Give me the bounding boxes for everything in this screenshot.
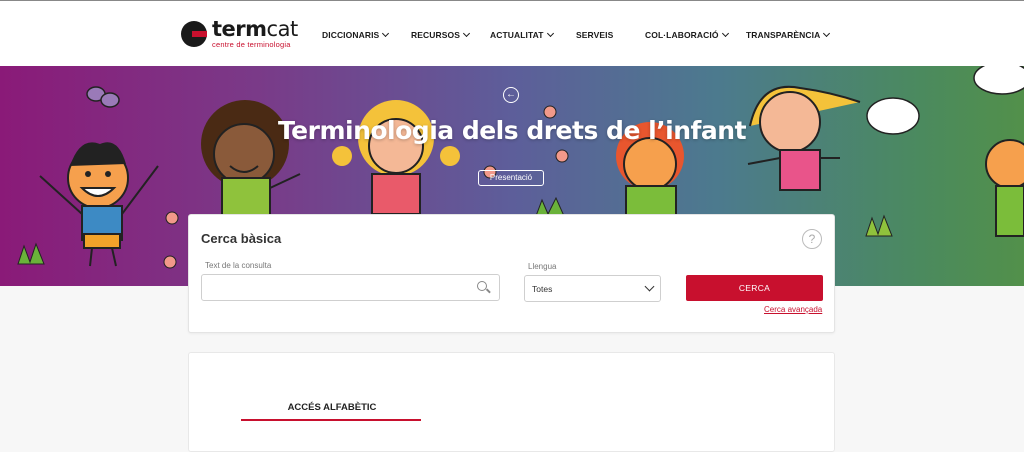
termcat-logo-icon — [181, 21, 207, 47]
chevron-down-icon — [462, 29, 471, 38]
child-illustration-left — [39, 142, 159, 267]
chevron-down-icon — [644, 281, 655, 292]
page-title: Terminologia dels drets de l’infant — [277, 116, 747, 145]
brand-name: termcat — [212, 17, 298, 41]
nav-item-col-laboracio[interactable]: COL·LABORACIÓ — [645, 29, 729, 40]
butterfly-illustration — [86, 86, 120, 108]
alphabetic-access-panel: ACCÉS ALFABÈTIC — [188, 352, 835, 452]
presentation-button[interactable]: Presentació — [478, 170, 544, 186]
basic-search-panel: Cerca bàsica ? Text de la consulta Lleng… — [188, 214, 835, 333]
child-illustration-right-edge — [985, 139, 1024, 237]
nav-item-diccionaris[interactable]: DICCIONARIS — [322, 29, 390, 40]
query-input[interactable] — [201, 274, 500, 301]
chevron-down-icon — [721, 29, 729, 38]
query-label: Text de la consulta — [205, 261, 272, 270]
advanced-search-link[interactable]: Cerca avançada — [764, 305, 822, 314]
termcat-logo[interactable]: termcat centre de terminologia — [181, 19, 298, 49]
nav-item-actualitat[interactable]: ACTUALITAT — [490, 29, 554, 40]
search-panel-title: Cerca bàsica — [201, 231, 282, 246]
language-select-value: Totes — [532, 284, 553, 294]
nav-item-transparencia[interactable]: TRANSPARÈNCIA — [746, 29, 831, 40]
search-icon — [477, 281, 487, 291]
language-label: Llengua — [528, 262, 557, 271]
active-tab-indicator — [241, 419, 421, 421]
tab-alphabetic-access[interactable]: ACCÉS ALFABÈTIC — [242, 402, 422, 413]
language-select[interactable]: Totes — [524, 275, 661, 302]
chevron-down-icon — [823, 29, 831, 38]
brand-tagline: centre de terminologia — [212, 40, 291, 49]
nav-item-recursos[interactable]: RECURSOS — [411, 29, 471, 40]
site-header: termcat centre de terminologia DICCIONAR… — [0, 0, 1024, 66]
chevron-down-icon — [382, 29, 390, 38]
chevron-down-icon — [546, 29, 554, 38]
search-button[interactable]: CERCA — [686, 275, 823, 301]
nav-item-serveis[interactable]: SERVEIS — [576, 30, 613, 40]
arrow-left-circle-icon[interactable]: ← — [503, 87, 519, 103]
help-icon[interactable]: ? — [802, 229, 822, 249]
